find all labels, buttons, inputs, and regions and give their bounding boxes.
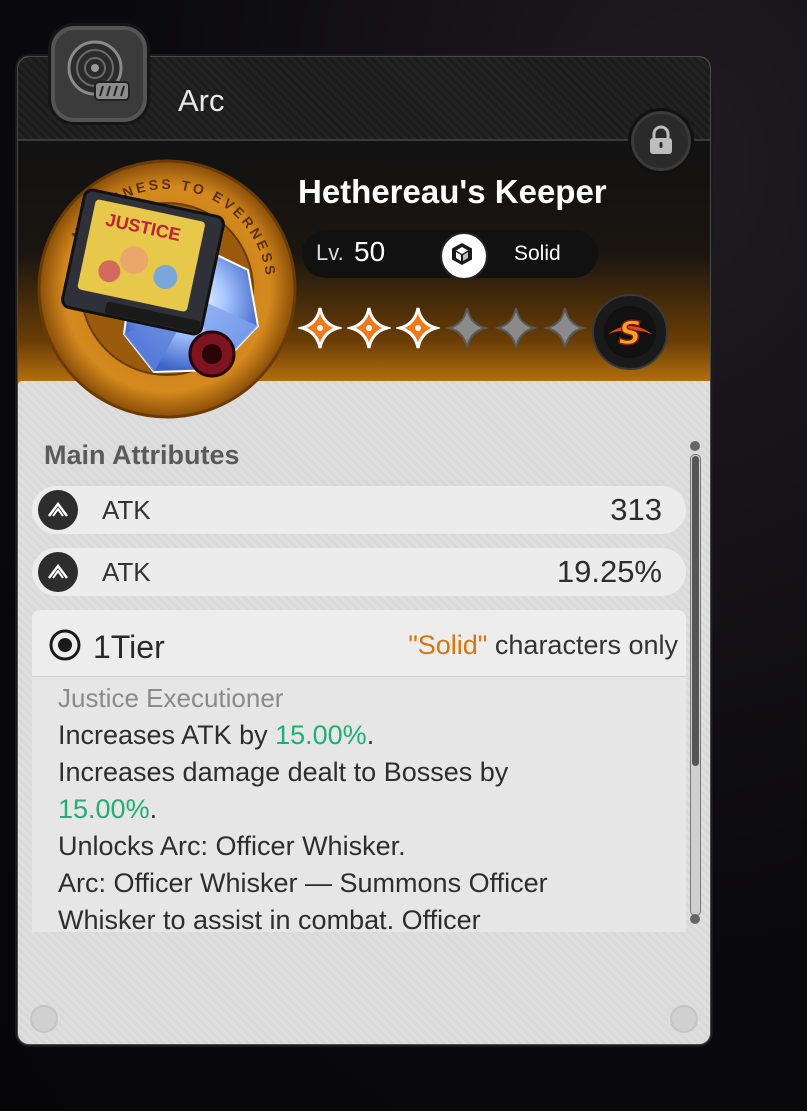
level-element-pill: Lv. 50 Solid — [302, 230, 598, 280]
card-title: Arc — [178, 83, 225, 118]
s-rank-icon: S — [592, 294, 668, 370]
corner-bolt-left — [30, 1005, 58, 1033]
tier-header: 1Tier "Solid" characters only — [32, 610, 686, 677]
disc-icon — [67, 40, 130, 101]
effect-value: 15.00% — [275, 720, 367, 750]
lock-button[interactable] — [628, 108, 694, 174]
attribute-row: ATK 313 — [32, 486, 686, 534]
scrollbar-thumb[interactable] — [692, 456, 699, 766]
tier-description[interactable]: Justice Executioner Increases ATK by 15.… — [58, 680, 678, 932]
effect-name: Justice Executioner — [58, 683, 284, 713]
star-filled-icon — [396, 307, 440, 349]
effect-value: 15.00% — [58, 794, 150, 824]
scroll-down-cap — [690, 914, 700, 924]
element-label: Solid — [514, 242, 561, 265]
tier-label: 1Tier — [93, 629, 165, 665]
effect-line: Increases ATK by 15.00%. — [58, 720, 375, 750]
details-scrollbar[interactable] — [688, 438, 702, 930]
lock-icon — [650, 125, 672, 154]
tier-effect-box: 1Tier "Solid" characters only Justice Ex… — [32, 610, 686, 932]
arc-medal-art: NEVERNESS TO EVERNESS JUSTICE — [37, 159, 297, 419]
target-icon — [49, 629, 81, 661]
atk-icon — [38, 490, 78, 530]
attribute-value: 313 — [610, 492, 662, 527]
arc-type-badge — [48, 23, 150, 125]
attribute-name: ATK — [102, 557, 151, 587]
scroll-up-cap — [690, 441, 700, 451]
star-filled-icon — [298, 307, 342, 349]
effect-line: Unlocks Arc: Officer Whisker. — [58, 831, 406, 861]
level-prefix: Lv. — [316, 240, 344, 265]
effect-line: Increases damage dealt to Bosses by — [58, 757, 509, 787]
attribute-row: ATK 19.25% — [32, 548, 686, 596]
rank-letter: S — [618, 314, 641, 352]
star-empty-icon — [494, 307, 538, 349]
attribute-value: 19.25% — [556, 554, 662, 589]
corner-bolt-right — [670, 1005, 698, 1033]
tier-requirement: "Solid" characters only — [408, 630, 678, 661]
tier-requirement-text: characters only — [487, 630, 678, 660]
atk-icon — [38, 552, 78, 592]
star-empty-icon — [543, 307, 587, 349]
main-attributes-title: Main Attributes — [44, 440, 240, 470]
level-value: 50 — [354, 236, 386, 267]
solid-element-icon — [440, 232, 488, 280]
effect-line: Whisker to assist in combat. Officer — [58, 905, 481, 932]
star-filled-icon — [347, 307, 391, 349]
tier-requirement-element: "Solid" — [408, 630, 488, 660]
item-name: Hethereau's Keeper — [298, 173, 607, 210]
effect-line: 15.00%. — [58, 794, 158, 824]
star-empty-icon — [445, 307, 489, 349]
attribute-name: ATK — [102, 495, 151, 525]
effect-line: Arc: Officer Whisker — Summons Officer — [58, 868, 548, 898]
